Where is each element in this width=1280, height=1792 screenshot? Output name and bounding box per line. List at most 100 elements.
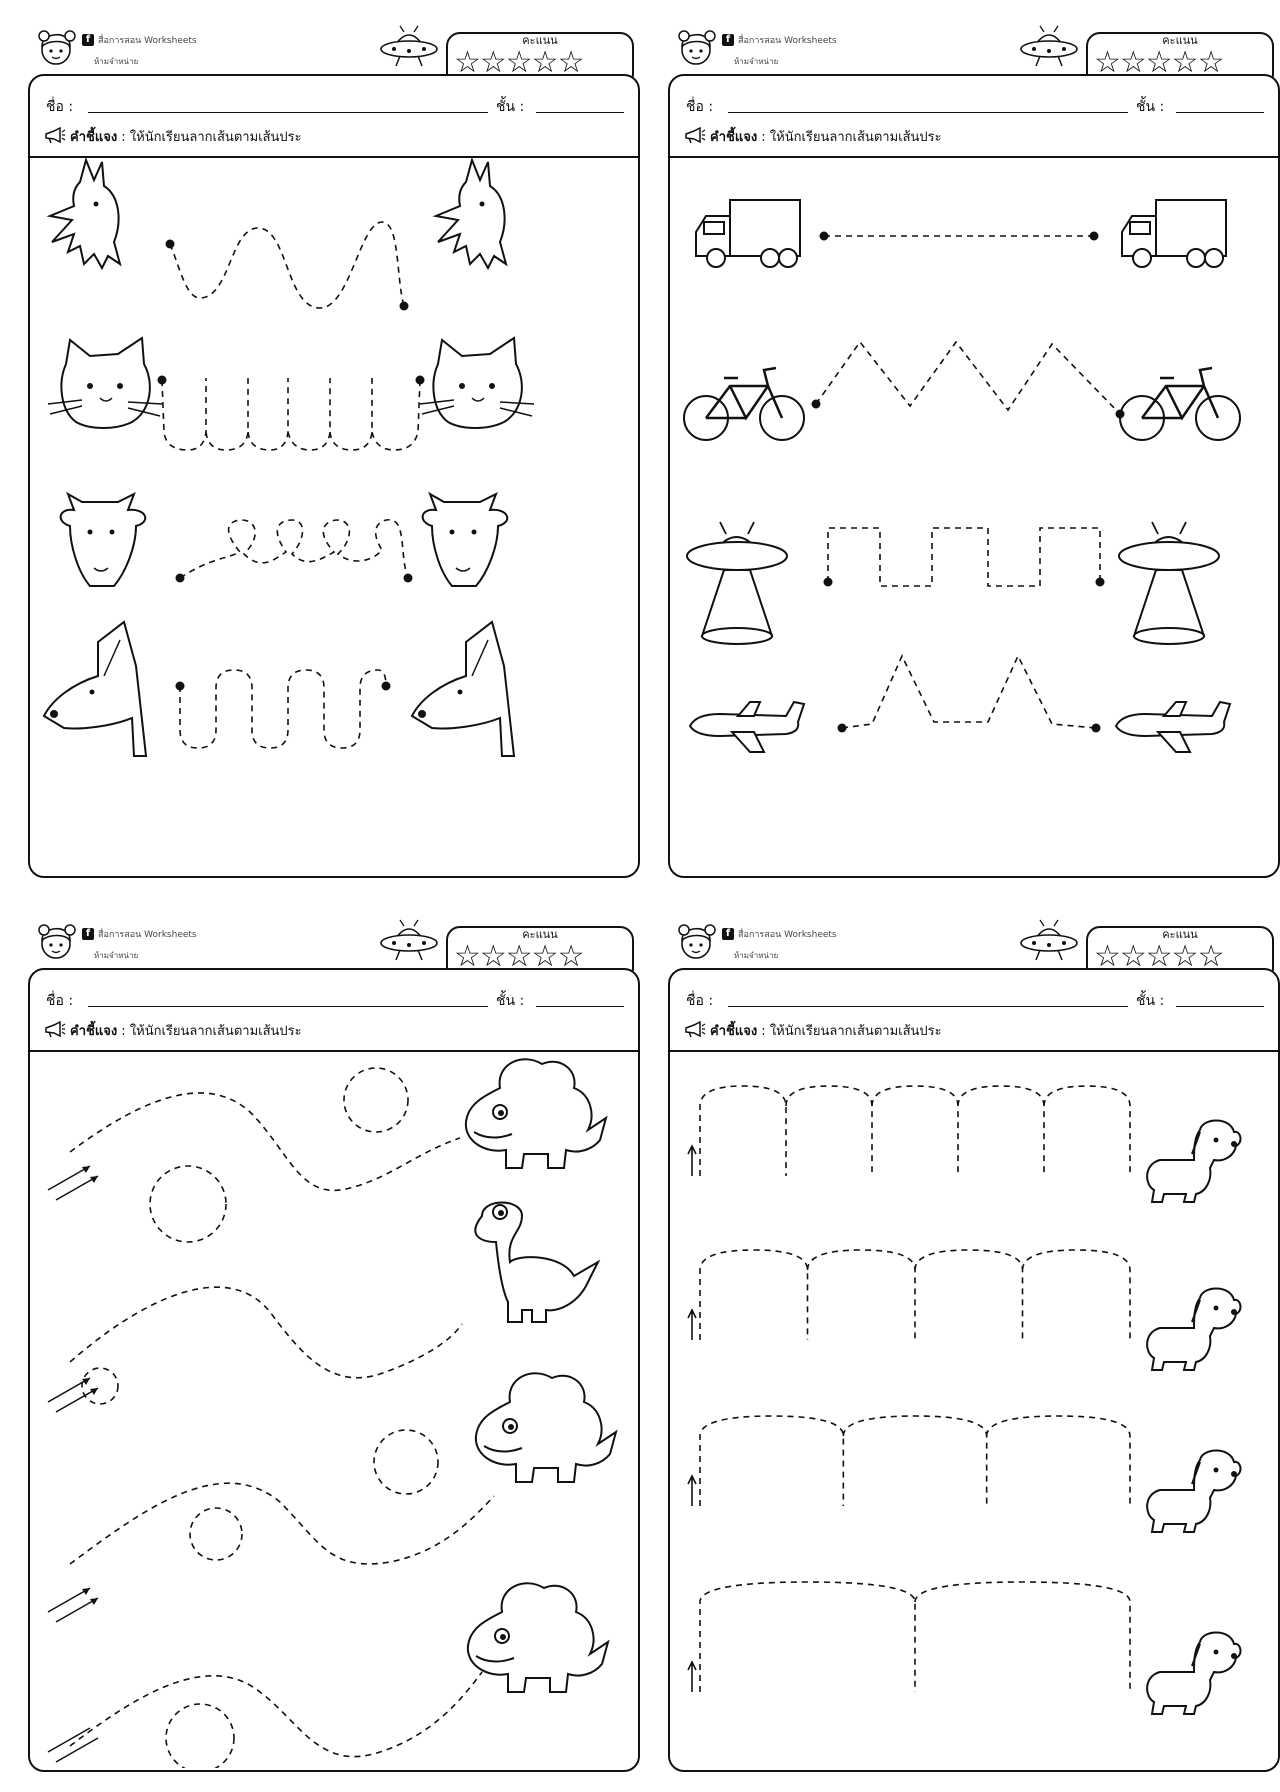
girl-mascot-icon xyxy=(38,924,76,959)
worksheet-4: f สื่อการสอน Worksheets ห้ามจำหน่าย คะแน… xyxy=(668,912,1280,1772)
bicycle-icon xyxy=(683,366,805,441)
trace-line[interactable] xyxy=(179,669,387,749)
brachiosaurus-icon xyxy=(474,1201,601,1323)
puppy-icon xyxy=(1146,1631,1242,1715)
grade-field[interactable] xyxy=(536,1006,624,1007)
instruction-title: คำชี้แจง xyxy=(710,130,758,145)
triceratops-icon xyxy=(474,1372,618,1483)
bicycle-icon xyxy=(1119,366,1241,441)
brand-text: สื่อการสอน Worksheets xyxy=(98,36,197,46)
not-for-sale-text: ห้ามจำหน่าย xyxy=(734,57,779,66)
start-dot xyxy=(381,681,391,691)
puppy-icon xyxy=(1146,1449,1242,1533)
worksheet-3: f สื่อการสอน Worksheets ห้ามจำหน่าย คะแน… xyxy=(28,912,640,1772)
name-field[interactable] xyxy=(88,112,488,113)
airplane-icon xyxy=(1114,700,1232,753)
up-arrow-icon xyxy=(687,1308,697,1340)
name-label: ชื่อ : xyxy=(686,99,714,115)
instruction-title: คำชี้แจง xyxy=(710,1024,758,1039)
cat-icon xyxy=(47,336,163,429)
trace-arch[interactable] xyxy=(699,1581,1131,1692)
name-row: ชื่อ : ชั้น : xyxy=(686,96,1266,116)
airplane-icon xyxy=(688,700,806,753)
megaphone-icon xyxy=(45,1020,66,1038)
worksheet-2: f สื่อการสอน Worksheets ห้ามจำหน่าย คะแน… xyxy=(668,18,1280,878)
trace-circle xyxy=(149,1165,227,1243)
trace-circle xyxy=(343,1067,409,1133)
goat-icon xyxy=(421,491,509,587)
grade-field[interactable] xyxy=(1176,1006,1264,1007)
worksheet-panel: ชื่อ : ชั้น : คำชี้แจง : ให้นักเรียนลากเ… xyxy=(668,968,1280,1772)
trace-line[interactable] xyxy=(179,519,409,579)
stegosaurus-icon xyxy=(464,1058,608,1169)
trace-line[interactable] xyxy=(841,654,1097,729)
facebook-icon: f xyxy=(82,34,94,46)
ufo-mascot-icon xyxy=(380,919,438,961)
trace-line[interactable] xyxy=(69,1286,463,1379)
puppy-icon xyxy=(1146,1287,1242,1371)
name-row: ชื่อ : ชั้น : xyxy=(686,990,1266,1010)
trace-arch[interactable] xyxy=(699,1249,1131,1340)
worksheet-panel: ชื่อ : ชั้น : คำชี้แจง : ให้นักเรียนลากเ… xyxy=(668,74,1280,878)
name-field[interactable] xyxy=(728,1006,1128,1007)
instruction-text: : ให้นักเรียนลากเส้นตามเส้นประ xyxy=(117,130,302,145)
trace-line[interactable] xyxy=(815,340,1121,415)
trace-line[interactable] xyxy=(69,1092,461,1191)
tracing-area[interactable] xyxy=(670,158,1277,874)
tracing-area[interactable] xyxy=(670,1052,1277,1768)
truck-icon xyxy=(1121,199,1227,268)
dinosaur-icon xyxy=(466,1582,610,1693)
up-arrow-icon xyxy=(687,1474,697,1506)
instruction-text: : ให้นักเรียนลากเส้นตามเส้นประ xyxy=(117,1024,302,1039)
megaphone-icon xyxy=(685,126,706,144)
trace-arch[interactable] xyxy=(699,1415,1131,1506)
tracing-area[interactable] xyxy=(30,1052,637,1768)
direction-arrow-icon xyxy=(47,1587,99,1623)
instruction: คำชี้แจง : ให้นักเรียนลากเส้นตามเส้นประ xyxy=(44,126,302,147)
name-label: ชื่อ : xyxy=(686,993,714,1009)
megaphone-icon xyxy=(45,126,66,144)
puppy-icon xyxy=(1146,1119,1242,1203)
tracing-area[interactable] xyxy=(30,158,637,874)
trace-circle xyxy=(165,1703,235,1768)
ufo-icon xyxy=(686,521,788,645)
chicken-icon xyxy=(432,158,508,271)
grade-label: ชั้น : xyxy=(1136,99,1165,115)
brand-text: สื่อการสอน Worksheets xyxy=(98,930,197,940)
up-arrow-icon xyxy=(687,1660,697,1692)
instruction: คำชี้แจง : ให้นักเรียนลากเส้นตามเส้นประ xyxy=(44,1020,302,1041)
instruction: คำชี้แจง : ให้นักเรียนลากเส้นตามเส้นประ xyxy=(684,1020,942,1041)
ufo-mascot-icon xyxy=(1020,25,1078,67)
name-label: ชื่อ : xyxy=(46,993,74,1009)
grade-label: ชั้น : xyxy=(496,993,525,1009)
grade-field[interactable] xyxy=(536,112,624,113)
grade-label: ชั้น : xyxy=(496,99,525,115)
trace-arch[interactable] xyxy=(699,1085,1131,1176)
name-field[interactable] xyxy=(728,112,1128,113)
name-row: ชื่อ : ชั้น : xyxy=(46,96,626,116)
up-arrow-icon xyxy=(687,1144,697,1176)
grade-field[interactable] xyxy=(1176,112,1264,113)
name-field[interactable] xyxy=(88,1006,488,1007)
instruction-title: คำชี้แจง xyxy=(70,1024,118,1039)
not-for-sale-text: ห้ามจำหน่าย xyxy=(94,57,139,66)
trace-line[interactable] xyxy=(69,1482,495,1565)
instruction-text: : ให้นักเรียนลากเส้นตามเส้นประ xyxy=(757,1024,942,1039)
brand-text: สื่อการสอน Worksheets xyxy=(738,930,837,940)
trace-circle xyxy=(373,1429,439,1495)
trace-line[interactable] xyxy=(827,527,1101,587)
trace-circle xyxy=(189,1507,243,1561)
facebook-icon: f xyxy=(722,928,734,940)
megaphone-icon xyxy=(685,1020,706,1038)
trace-line[interactable] xyxy=(169,221,405,309)
girl-mascot-icon xyxy=(678,924,716,959)
instruction-title: คำชี้แจง xyxy=(70,130,118,145)
ufo-mascot-icon xyxy=(1020,919,1078,961)
truck-icon xyxy=(695,199,801,268)
not-for-sale-text: ห้ามจำหน่าย xyxy=(94,951,139,960)
trace-line[interactable] xyxy=(161,378,421,451)
girl-mascot-icon xyxy=(38,30,76,65)
worksheet-panel: ชื่อ : ชั้น : คำชี้แจง : ให้นักเรียนลากเ… xyxy=(28,968,640,1772)
direction-arrow-icon xyxy=(47,1377,99,1413)
trace-line[interactable] xyxy=(69,1671,483,1758)
